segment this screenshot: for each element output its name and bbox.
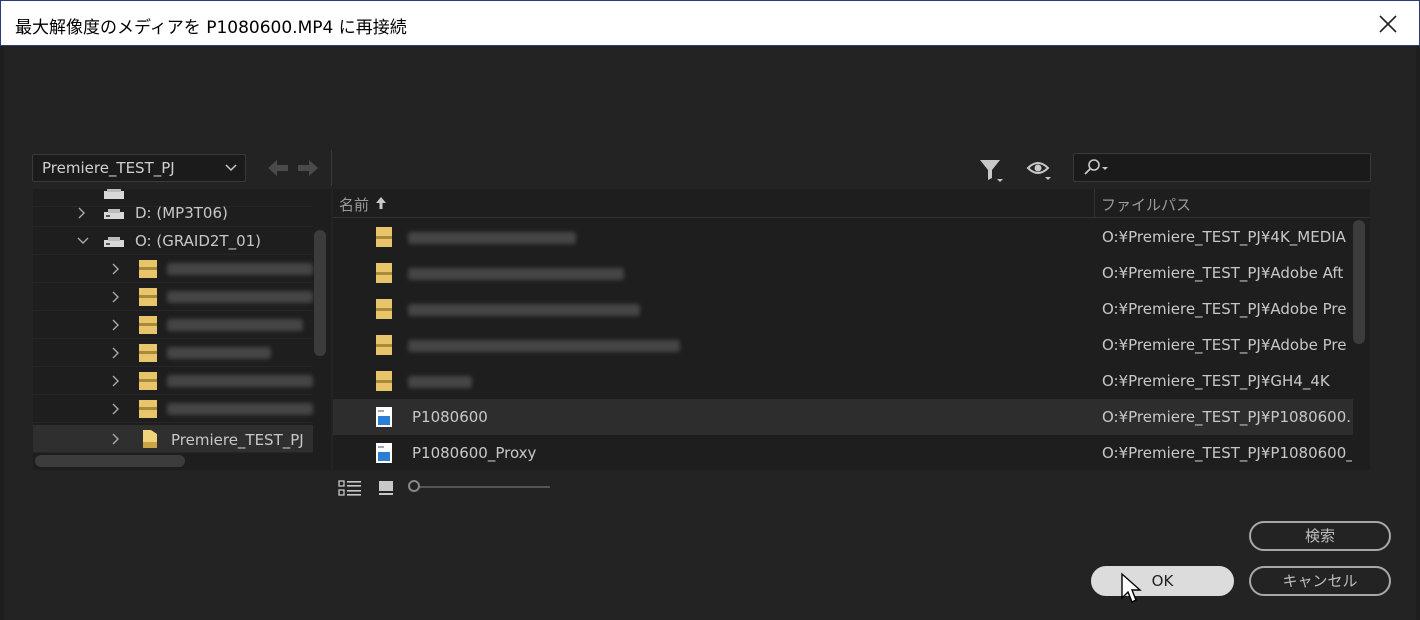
file-path: O:¥Premiere_TEST_PJ¥Adobe Pre — [1102, 336, 1347, 354]
folder-open-icon — [143, 430, 157, 448]
tree-row-folder[interactable] — [33, 311, 313, 339]
drive-icon — [104, 237, 124, 247]
file-path: O:¥Premiere_TEST_PJ¥P1080600_ — [1102, 444, 1352, 462]
sort-ascending-icon[interactable] — [375, 196, 387, 210]
file-name: P1080600 — [412, 408, 488, 426]
search-field[interactable] — [1073, 153, 1371, 182]
tree-label: Premiere_TEST_PJ — [171, 431, 304, 449]
location-dropdown-value: Premiere_TEST_PJ — [42, 159, 175, 177]
tree-row-drive-o[interactable]: O: (GRAID2T_01) — [33, 227, 313, 255]
column-header-name[interactable]: 名前 — [339, 194, 369, 215]
eye-icon[interactable] — [1026, 158, 1054, 182]
zoom-slider-track — [414, 486, 550, 488]
list-row[interactable]: O:¥Premiere_TEST_PJ¥Adobe Pre — [333, 291, 1353, 327]
folder-icon — [139, 344, 157, 362]
tree-row-folder[interactable] — [33, 367, 313, 395]
chevron-right-icon — [112, 347, 119, 359]
zoom-slider[interactable] — [408, 479, 552, 495]
list-vertical-scrollbar[interactable] — [1353, 220, 1365, 344]
search-button[interactable]: 検索 — [1249, 521, 1391, 551]
arrow-left-icon[interactable] — [268, 160, 288, 176]
file-path: O:¥Premiere_TEST_PJ¥GH4_4K — [1102, 372, 1330, 390]
list-row[interactable]: O:¥Premiere_TEST_PJ¥GH4_4K — [333, 363, 1353, 399]
tree-row-selected-folder[interactable]: Premiere_TEST_PJ — [33, 425, 313, 453]
file-path: O:¥Premiere_TEST_PJ¥4K_MEDIA — [1102, 228, 1346, 246]
file-path: O:¥Premiere_TEST_PJ¥P1080600. — [1102, 408, 1352, 426]
tree-label: D: (MP3T06) — [135, 204, 228, 222]
list-row-selected[interactable]: P1080600 O:¥Premiere_TEST_PJ¥P1080600. — [333, 399, 1353, 435]
tree-vertical-scrollbar[interactable] — [314, 230, 326, 356]
tree-row-folder[interactable] — [33, 283, 313, 311]
chevron-right-icon — [112, 403, 119, 415]
folder-icon — [376, 227, 392, 247]
chevron-down-icon — [77, 237, 89, 244]
window-title: 最大解像度のメディアを P1080600.MP4 に再接続 — [15, 18, 407, 38]
tree-row-drive-d[interactable]: D: (MP3T06) — [33, 199, 313, 227]
toolbar-divider — [331, 150, 332, 186]
folder-icon — [139, 260, 157, 278]
title-bar: 最大解像度のメディアを P1080600.MP4 に再接続 — [0, 0, 1420, 46]
folder-icon — [139, 372, 157, 390]
chevron-right-icon — [112, 263, 119, 275]
tree-row-folder[interactable] — [33, 395, 313, 423]
search-icon — [1084, 159, 1108, 175]
tree-horizontal-scrollbar[interactable] — [35, 455, 185, 467]
list-row[interactable]: O:¥Premiere_TEST_PJ¥4K_MEDIA — [333, 219, 1353, 255]
folder-tree: D: (MP3T06) O: (GRAID2T_01) Premiere_TES… — [33, 189, 331, 470]
chevron-right-icon — [78, 207, 85, 219]
search-input[interactable] — [1114, 157, 1368, 180]
list-row[interactable]: P1080600_Proxy O:¥Premiere_TEST_PJ¥P1080… — [333, 435, 1353, 470]
ok-button[interactable]: OK — [1091, 566, 1234, 596]
zoom-slider-handle[interactable] — [408, 480, 420, 492]
tree-row-folder[interactable] — [33, 339, 313, 367]
column-header-path[interactable]: ファイルパス — [1101, 194, 1191, 215]
tree-label: O: (GRAID2T_01) — [135, 232, 262, 250]
list-row[interactable]: O:¥Premiere_TEST_PJ¥Adobe Aft — [333, 255, 1353, 291]
folder-icon — [139, 288, 157, 306]
chevron-right-icon — [112, 291, 119, 303]
folder-icon — [376, 371, 392, 391]
file-name: P1080600_Proxy — [412, 444, 537, 462]
folder-icon — [139, 316, 157, 334]
close-icon[interactable] — [1375, 11, 1401, 37]
location-dropdown[interactable]: Premiere_TEST_PJ — [32, 154, 246, 182]
list-view-icon[interactable] — [338, 479, 362, 497]
folder-icon — [376, 263, 392, 283]
arrow-right-icon[interactable] — [298, 160, 318, 176]
video-file-icon — [376, 443, 392, 463]
drive-icon — [104, 209, 124, 219]
folder-icon — [139, 400, 157, 418]
thumbnail-view-icon[interactable] — [377, 479, 395, 497]
file-path: O:¥Premiere_TEST_PJ¥Adobe Aft — [1102, 264, 1344, 282]
video-file-icon — [376, 407, 392, 427]
file-list: 名前 ファイルパス O:¥Premiere_TEST_PJ¥4K_MEDIA O… — [333, 189, 1370, 470]
folder-icon — [376, 335, 392, 355]
tree-row-folder[interactable] — [33, 255, 313, 283]
cancel-button[interactable]: キャンセル — [1249, 566, 1391, 596]
folder-icon — [376, 299, 392, 319]
chevron-right-icon — [112, 319, 119, 331]
list-header: 名前 ファイルパス — [333, 189, 1370, 218]
chevron-right-icon — [112, 433, 119, 445]
file-path: O:¥Premiere_TEST_PJ¥Adobe Pre — [1102, 300, 1347, 318]
chevron-right-icon — [112, 375, 119, 387]
list-row[interactable]: O:¥Premiere_TEST_PJ¥Adobe Pre — [333, 327, 1353, 363]
chevron-down-icon — [225, 164, 237, 172]
filter-icon[interactable] — [978, 157, 1004, 183]
column-divider[interactable] — [1094, 189, 1095, 218]
mouse-cursor-icon — [1121, 572, 1142, 603]
